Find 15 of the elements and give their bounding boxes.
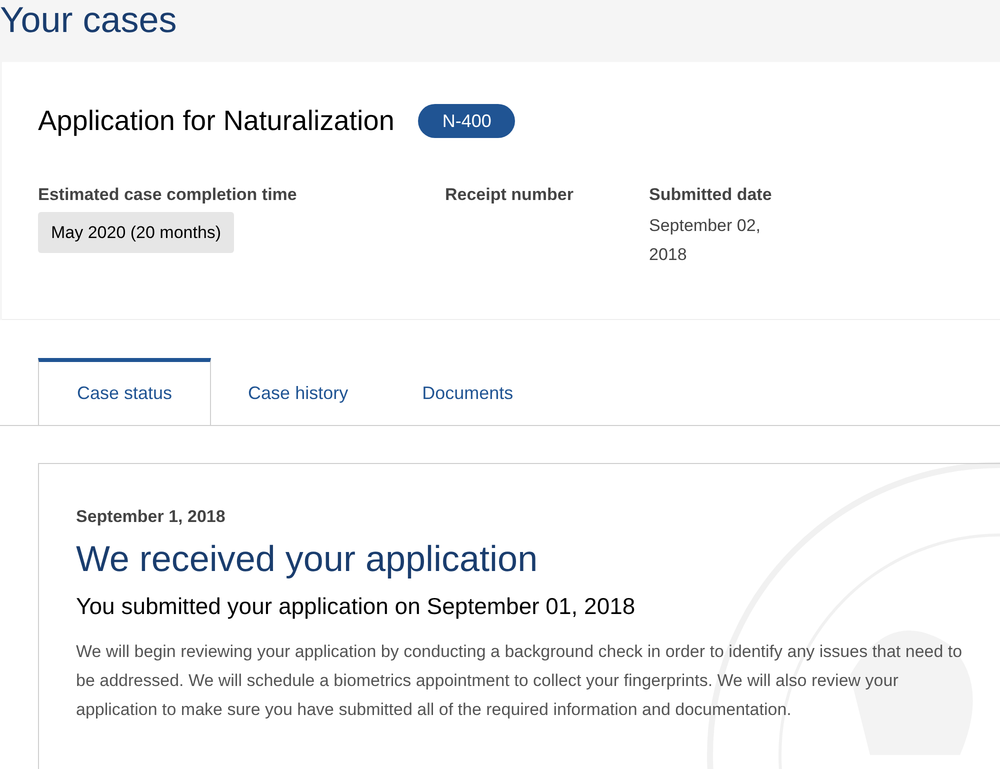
field-label: Receipt number [445,184,574,206]
tab[interactable]: Documents [385,358,550,425]
status-date: September 1, 2018 [76,506,226,528]
page-title: Your cases [0,2,177,38]
status-subheading: You submitted your application on September 01, 2018 [76,592,636,621]
tab[interactable]: Case status [38,358,212,425]
field-value: May 2020 (20 months) [38,212,234,253]
status-description: We will begin reviewing your application by conducting a background check in order to identify any issues that need to be addressed. We will schedule a biometrics appointment to collect your fingerprints. We will also review your application to make sure you have submitted all of the required information and documentation. [76,641,964,721]
status-heading: We received your application [76,536,539,580]
form-badge: N-400 [418,104,516,138]
tab[interactable]: Case history [211,358,386,425]
field-label: Submitted date [649,184,773,206]
field-label: Estimated case completion time [38,184,298,206]
field-value: September 02, 2018 [649,214,762,266]
case-title: Application for Naturalization [38,104,394,138]
